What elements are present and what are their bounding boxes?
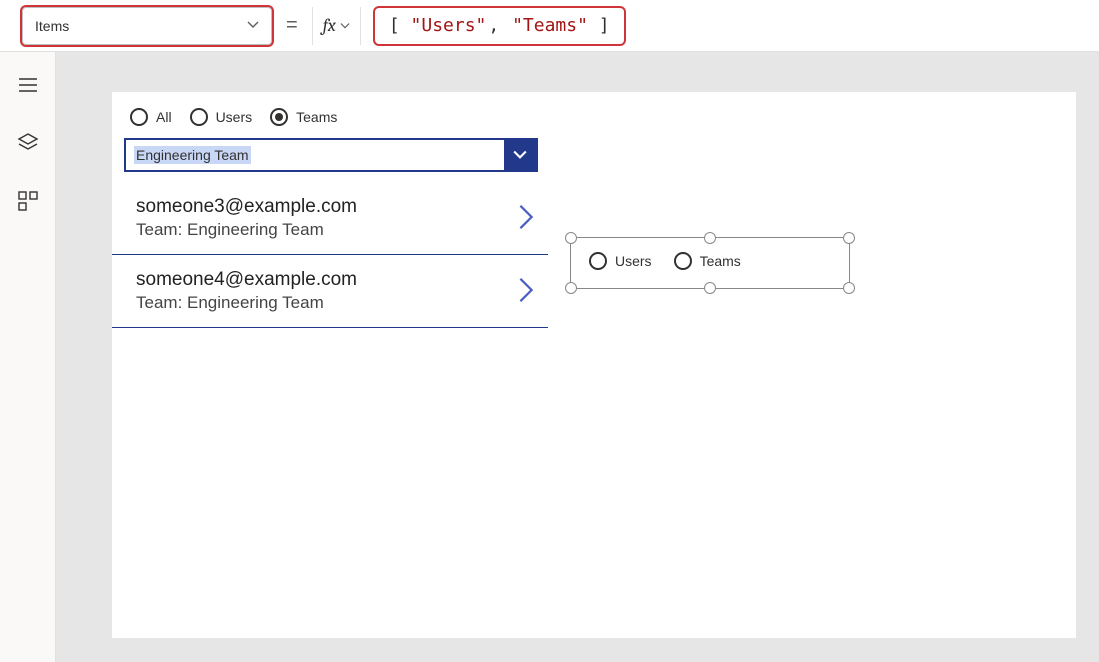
chevron-right-icon (516, 203, 536, 234)
fx-button[interactable]: fx (312, 7, 361, 45)
team-dropdown[interactable]: Engineering Team (124, 138, 538, 172)
radio-teams[interactable]: Teams (270, 108, 337, 126)
radio-group-top: All Users Teams (112, 92, 1076, 126)
radio-label: All (156, 109, 172, 125)
hamburger-icon[interactable] (17, 74, 39, 96)
formula-string: "Users" (411, 15, 487, 36)
list-item[interactable]: someone3@example.com Team: Engineering T… (112, 182, 548, 255)
radio-label: Teams (296, 109, 337, 125)
chevron-down-icon (504, 140, 536, 170)
radio-teams-design[interactable]: Teams (674, 252, 741, 270)
left-rail (0, 52, 56, 662)
workspace: All Users Teams Engineering Team (0, 52, 1099, 662)
radio-label: Users (615, 253, 652, 269)
resize-handle[interactable] (704, 282, 716, 294)
resize-handle[interactable] (843, 282, 855, 294)
radio-dot-icon (674, 252, 692, 270)
dropdown-value-text: Engineering Team (134, 146, 251, 164)
dropdown-value: Engineering Team (126, 140, 504, 170)
radio-label: Users (216, 109, 253, 125)
list-item[interactable]: someone4@example.com Team: Engineering T… (112, 255, 548, 328)
radio-dot-icon (130, 108, 148, 126)
layers-icon[interactable] (17, 132, 39, 154)
formula-bracket-open: [ (389, 15, 400, 36)
list-item-secondary: Team: Engineering Team (136, 293, 357, 313)
radio-users[interactable]: Users (190, 108, 253, 126)
radio-all[interactable]: All (130, 108, 172, 126)
resize-handle[interactable] (843, 232, 855, 244)
radio-users-design[interactable]: Users (589, 252, 652, 270)
equals-sign: = (286, 14, 298, 37)
app-canvas[interactable]: All Users Teams Engineering Team (112, 92, 1076, 638)
chevron-down-icon (340, 18, 350, 34)
property-selector-label: Items (35, 18, 69, 34)
radio-dot-icon (190, 108, 208, 126)
components-icon[interactable] (17, 190, 39, 212)
chevron-right-icon (516, 276, 536, 307)
radio-dot-icon (270, 108, 288, 126)
property-selector[interactable]: Items (22, 7, 272, 45)
formula-comma: , (488, 15, 499, 36)
resize-handle[interactable] (704, 232, 716, 244)
list-item-secondary: Team: Engineering Team (136, 220, 357, 240)
radio-label: Teams (700, 253, 741, 269)
canvas-wrap: All Users Teams Engineering Team (56, 52, 1099, 662)
formula-string: "Teams" (512, 15, 588, 36)
list-item-primary: someone4@example.com (136, 269, 357, 291)
formula-bar: Items = fx [ "Users" , "Teams" ] (0, 0, 1099, 52)
chevron-down-icon (247, 18, 259, 34)
resize-handle[interactable] (565, 232, 577, 244)
radio-dot-icon (589, 252, 607, 270)
resize-handle[interactable] (565, 282, 577, 294)
formula-input[interactable]: [ "Users" , "Teams" ] (375, 8, 624, 44)
fx-label: fx (323, 15, 336, 36)
results-list: someone3@example.com Team: Engineering T… (112, 182, 548, 328)
formula-bracket-close: ] (599, 15, 610, 36)
selected-radio-control[interactable]: Users Teams (570, 237, 850, 289)
list-item-primary: someone3@example.com (136, 196, 357, 218)
